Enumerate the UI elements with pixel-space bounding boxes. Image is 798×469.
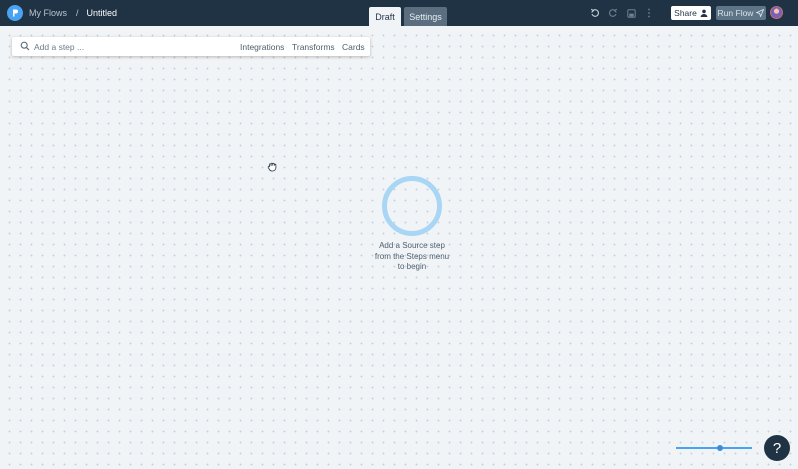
top-bar: My Flows / Untitled Draft Settings Share… bbox=[0, 0, 798, 26]
hint-line-1: Add a Source step bbox=[379, 241, 445, 250]
hint-line-2: from the Steps menu bbox=[374, 251, 450, 261]
empty-state-hint: Add a Source step from the Steps menu to… bbox=[362, 241, 462, 273]
stepbar-link-transforms[interactable]: Transforms bbox=[292, 42, 335, 52]
run-flow-button[interactable]: Run Flow bbox=[716, 6, 766, 20]
breadcrumb: My Flows / Untitled bbox=[29, 0, 117, 26]
zoom-slider-thumb[interactable] bbox=[717, 445, 723, 451]
grab-hand-icon bbox=[267, 162, 277, 172]
undo-icon[interactable] bbox=[589, 7, 601, 19]
tab-settings[interactable]: Settings bbox=[404, 7, 447, 26]
share-label: Share bbox=[674, 8, 697, 18]
more-icon[interactable] bbox=[643, 7, 655, 19]
run-flow-label: Run Flow bbox=[717, 8, 754, 18]
zoom-slider-track[interactable] bbox=[676, 447, 752, 449]
help-button[interactable]: ? bbox=[764, 435, 790, 461]
logo-icon[interactable] bbox=[7, 5, 23, 21]
breadcrumb-my-flows[interactable]: My Flows bbox=[29, 8, 67, 18]
save-icon[interactable] bbox=[625, 7, 637, 19]
send-icon bbox=[756, 9, 765, 17]
step-search-input[interactable] bbox=[34, 39, 184, 54]
search-icon bbox=[20, 41, 30, 51]
stepbar-link-cards[interactable]: Cards bbox=[342, 42, 365, 52]
tab-draft[interactable]: Draft bbox=[369, 7, 401, 26]
hint-line-3: to begin bbox=[397, 262, 427, 271]
share-button[interactable]: Share bbox=[671, 6, 711, 20]
breadcrumb-separator: / bbox=[76, 8, 79, 18]
empty-state-ring bbox=[382, 176, 442, 236]
flow-title[interactable]: Untitled bbox=[87, 8, 118, 18]
redo-icon[interactable] bbox=[607, 7, 619, 19]
user-icon bbox=[700, 9, 708, 17]
avatar[interactable] bbox=[770, 6, 783, 19]
stepbar-link-integrations[interactable]: Integrations bbox=[240, 42, 284, 52]
step-search-bar: Integrations Transforms Cards bbox=[12, 37, 370, 56]
